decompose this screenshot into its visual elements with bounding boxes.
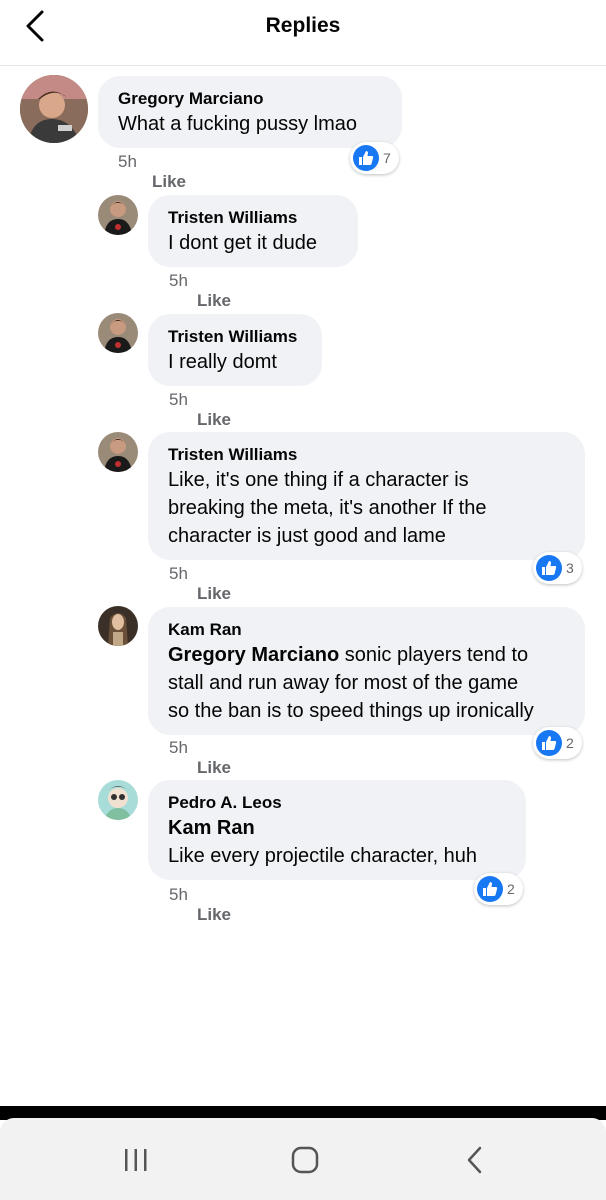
reaction-summary[interactable]: 3 [533, 552, 582, 584]
avatar-photo-icon [20, 75, 88, 143]
thumbs-up-icon [353, 145, 379, 171]
comment-author[interactable]: Tristen Williams [168, 326, 302, 348]
avatar-photo-icon [98, 195, 138, 235]
comment-time: 5h [118, 152, 137, 171]
home-icon [291, 1146, 319, 1174]
avatar-photo-icon [98, 780, 138, 820]
thumbs-up-icon [477, 876, 503, 902]
reaction-count: 3 [566, 560, 574, 576]
comment-text-part: sonic players tend to [339, 644, 529, 666]
reaction-summary[interactable]: 2 [533, 727, 582, 759]
comment-text: I dont get it dude [168, 232, 318, 254]
comment-author[interactable]: Gregory Marciano [118, 88, 382, 110]
system-back-button[interactable] [453, 1140, 497, 1180]
comment-author[interactable]: Kam Ran [168, 619, 565, 641]
comment-author[interactable]: Pedro A. Leos [168, 792, 506, 814]
comment-meta: 5h Like [169, 271, 231, 311]
comment-meta: 5h Like [169, 885, 231, 925]
avatar[interactable] [98, 432, 138, 472]
like-button[interactable]: Like [197, 291, 231, 311]
comment-time: 5h [169, 564, 188, 583]
comment-meta: 5h Like [169, 564, 231, 604]
avatar[interactable] [20, 75, 88, 143]
comment-author[interactable]: Tristen Williams [168, 444, 565, 466]
comment-text-line: breaking the meta, it's another If the [168, 497, 487, 519]
comment-time: 5h [169, 271, 188, 290]
recent-apps-button[interactable] [114, 1140, 158, 1180]
back-icon [467, 1146, 482, 1174]
comment-meta: 5h Like [169, 738, 231, 778]
comment-text-line: so the ban is to speed things up ironica… [168, 700, 534, 722]
recent-apps-icon [125, 1149, 147, 1171]
reaction-summary[interactable]: 2 [474, 873, 523, 905]
comment-bubble[interactable]: Kam Ran Gregory Marciano sonic players t… [148, 607, 585, 735]
comment-text-line: Like, it's one thing if a character is [168, 469, 469, 491]
mention-link[interactable]: Kam Ran [168, 814, 506, 842]
reaction-count: 7 [383, 150, 391, 166]
like-button[interactable]: Like [197, 905, 231, 925]
comment-text: Like every projectile character, huh [168, 845, 478, 867]
like-button[interactable]: Like [152, 172, 186, 192]
reaction-count: 2 [507, 881, 515, 897]
comment-text: What a fucking pussy lmao [118, 113, 357, 135]
avatar-photo-icon [98, 313, 138, 353]
comment-meta: 5h Like [169, 390, 231, 430]
avatar[interactable] [98, 606, 138, 646]
comment-meta: 5h Like [118, 152, 186, 192]
comment-text-line: Gregory Marciano sonic players tend to [168, 641, 565, 669]
thumbs-up-icon [536, 730, 562, 756]
reaction-summary[interactable]: 7 [350, 142, 399, 174]
like-button[interactable]: Like [197, 584, 231, 604]
like-button[interactable]: Like [197, 410, 231, 430]
home-button[interactable] [283, 1140, 327, 1180]
header: Replies [0, 0, 606, 66]
comment-time: 5h [169, 885, 188, 904]
comment-text-line: character is just good and lame [168, 525, 446, 547]
comment-time: 5h [169, 390, 188, 409]
comment-bubble[interactable]: Pedro A. Leos Kam Ran Like every project… [148, 780, 526, 880]
comment-bubble[interactable]: Gregory Marciano What a fucking pussy lm… [98, 76, 402, 148]
comment-text-line: stall and run away for most of the game [168, 672, 519, 694]
comment-text: I really domt [168, 351, 277, 373]
avatar[interactable] [98, 195, 138, 235]
avatar[interactable] [98, 780, 138, 820]
comment-bubble[interactable]: Tristen Williams I dont get it dude [148, 195, 358, 267]
comment-author[interactable]: Tristen Williams [168, 207, 338, 229]
reaction-count: 2 [566, 735, 574, 751]
thumbs-up-icon [536, 555, 562, 581]
page-title: Replies [265, 14, 341, 37]
comment-bubble[interactable]: Tristen Williams Like, it's one thing if… [148, 432, 585, 560]
like-button[interactable]: Like [197, 758, 231, 778]
avatar[interactable] [98, 313, 138, 353]
avatar-photo-icon [98, 606, 138, 646]
mention-link[interactable]: Gregory Marciano [168, 644, 339, 666]
avatar-photo-icon [98, 432, 138, 472]
comment-bubble[interactable]: Tristen Williams I really domt [148, 314, 322, 386]
comment-time: 5h [169, 738, 188, 757]
